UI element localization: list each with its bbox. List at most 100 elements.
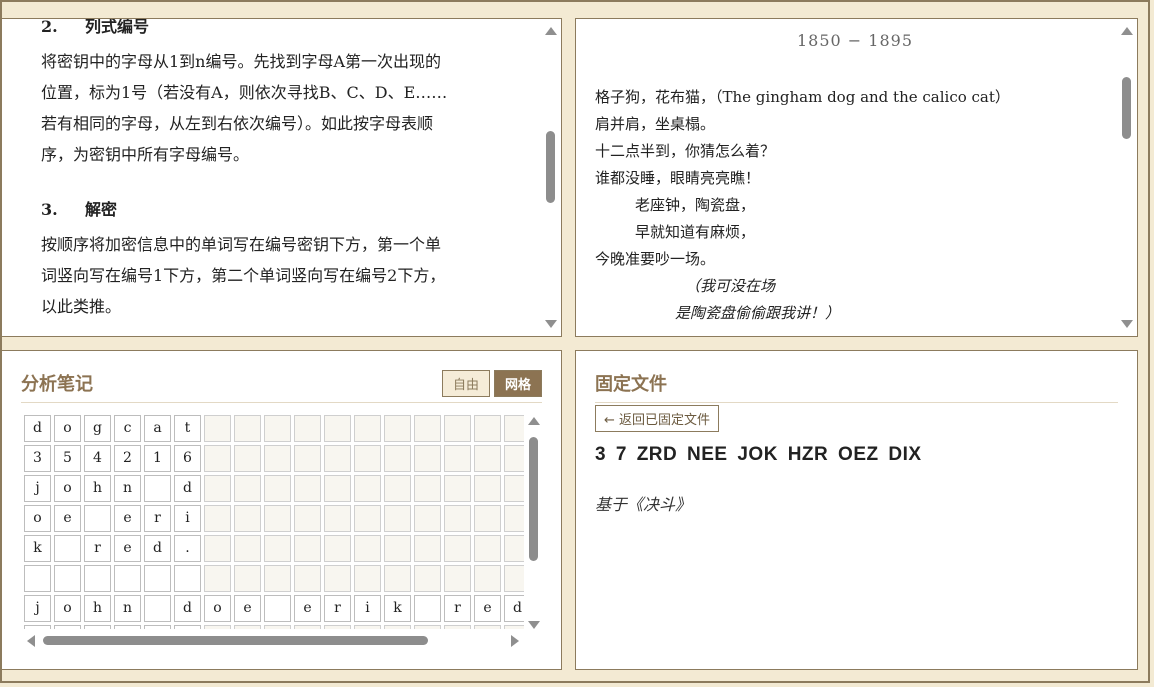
grid-cell[interactable] [504, 475, 524, 502]
grid-cell[interactable] [384, 445, 411, 472]
grid-cell[interactable]: d [174, 475, 201, 502]
document-scrollbar[interactable] [541, 19, 561, 336]
grid-cell[interactable] [24, 625, 51, 629]
scroll-up-icon[interactable] [528, 417, 540, 425]
scroll-thumb[interactable] [43, 636, 428, 645]
grid-cell[interactable] [54, 535, 81, 562]
grid-cell[interactable]: e [294, 595, 321, 622]
grid-cell[interactable] [504, 445, 524, 472]
grid-cell[interactable] [384, 475, 411, 502]
grid-cell[interactable] [384, 625, 411, 629]
grid-cell[interactable] [474, 415, 501, 442]
grid-cell[interactable] [354, 505, 381, 532]
grid-cell[interactable] [384, 415, 411, 442]
grid-cell[interactable] [354, 415, 381, 442]
grid-cell[interactable]: r [444, 595, 471, 622]
grid-cell[interactable]: e [54, 505, 81, 532]
grid-cell[interactable] [174, 565, 201, 592]
grid-cell[interactable] [234, 565, 261, 592]
document-panel[interactable]: 2. 列式编号 将密钥中的字母从1到n编号。先找到字母A第一次出现的 位置，标为1… [1, 18, 562, 337]
grid-horizontal-scrollbar[interactable] [22, 632, 524, 648]
grid-cell[interactable] [474, 535, 501, 562]
grid-cell[interactable]: h [84, 475, 111, 502]
scroll-thumb[interactable] [529, 437, 538, 561]
grid-cell[interactable]: o [24, 505, 51, 532]
grid-cell[interactable] [84, 565, 111, 592]
grid-cell[interactable]: o [54, 595, 81, 622]
grid-cell[interactable] [354, 475, 381, 502]
grid-cell[interactable] [474, 475, 501, 502]
back-to-pinned-button[interactable]: ← 返回已固定文件 [595, 405, 720, 432]
grid-cell[interactable] [234, 535, 261, 562]
grid-cell[interactable]: n [114, 595, 141, 622]
grid-cell[interactable] [234, 505, 261, 532]
grid-cell[interactable]: k [384, 595, 411, 622]
grid-cell[interactable] [384, 535, 411, 562]
grid-cell[interactable] [114, 565, 141, 592]
grid-cell[interactable] [324, 625, 351, 629]
grid-cell[interactable] [264, 415, 291, 442]
grid-cell[interactable] [234, 475, 261, 502]
grid-cell[interactable]: r [324, 595, 351, 622]
grid-cell[interactable] [114, 625, 141, 629]
scroll-thumb[interactable] [546, 131, 555, 203]
grid-cell[interactable] [444, 625, 471, 629]
grid-cell[interactable]: e [114, 505, 141, 532]
grid-cell[interactable]: k [24, 535, 51, 562]
grid-cell[interactable]: o [204, 595, 231, 622]
notes-grid[interactable]: dogcat354216johndoeerikred.johndoeerikre… [22, 413, 524, 629]
grid-cell[interactable] [354, 565, 381, 592]
grid-cell[interactable] [324, 505, 351, 532]
grid-cell[interactable] [444, 415, 471, 442]
grid-cell[interactable] [504, 505, 524, 532]
grid-cell[interactable] [144, 625, 171, 629]
grid-cell[interactable] [384, 565, 411, 592]
grid-cell[interactable] [474, 505, 501, 532]
grid-cell[interactable] [414, 445, 441, 472]
grid-cell[interactable] [414, 415, 441, 442]
tab-free[interactable]: 自由 [441, 370, 490, 397]
grid-cell[interactable] [324, 535, 351, 562]
grid-cell[interactable] [474, 445, 501, 472]
grid-cell[interactable]: o [54, 475, 81, 502]
grid-cell[interactable] [264, 535, 291, 562]
grid-cell[interactable] [294, 505, 321, 532]
grid-cell[interactable]: i [174, 505, 201, 532]
grid-cell[interactable] [204, 415, 231, 442]
grid-cell[interactable] [504, 565, 524, 592]
grid-cell[interactable] [444, 535, 471, 562]
grid-cell[interactable] [504, 625, 524, 629]
grid-cell[interactable] [234, 445, 261, 472]
grid-cell[interactable] [234, 625, 261, 629]
poem-scrollbar[interactable] [1117, 19, 1137, 336]
grid-cell[interactable] [264, 595, 291, 622]
grid-cell[interactable] [414, 475, 441, 502]
grid-cell[interactable] [324, 415, 351, 442]
grid-cell[interactable] [294, 445, 321, 472]
grid-cell[interactable]: d [174, 595, 201, 622]
scroll-down-icon[interactable] [545, 320, 557, 328]
grid-cell[interactable]: 5 [54, 445, 81, 472]
grid-cell[interactable]: n [114, 475, 141, 502]
scroll-right-icon[interactable] [511, 635, 519, 647]
grid-cell[interactable] [414, 595, 441, 622]
tab-grid[interactable]: 网格 [493, 370, 542, 397]
grid-cell[interactable]: 6 [174, 445, 201, 472]
grid-cell[interactable] [264, 475, 291, 502]
grid-cell[interactable] [264, 625, 291, 629]
grid-cell[interactable]: i [354, 595, 381, 622]
grid-cell[interactable]: 4 [84, 445, 111, 472]
grid-cell[interactable] [504, 535, 524, 562]
grid-cell[interactable]: r [144, 505, 171, 532]
grid-cell[interactable]: e [474, 595, 501, 622]
grid-cell[interactable] [204, 565, 231, 592]
scroll-up-icon[interactable] [545, 27, 557, 35]
grid-cell[interactable] [84, 625, 111, 629]
grid-vertical-scrollbar[interactable] [526, 413, 542, 629]
grid-cell[interactable] [204, 505, 231, 532]
grid-cell[interactable] [474, 625, 501, 629]
grid-cell[interactable] [354, 445, 381, 472]
grid-cell[interactable]: e [234, 595, 261, 622]
grid-cell[interactable]: d [504, 595, 524, 622]
grid-cell[interactable] [354, 535, 381, 562]
